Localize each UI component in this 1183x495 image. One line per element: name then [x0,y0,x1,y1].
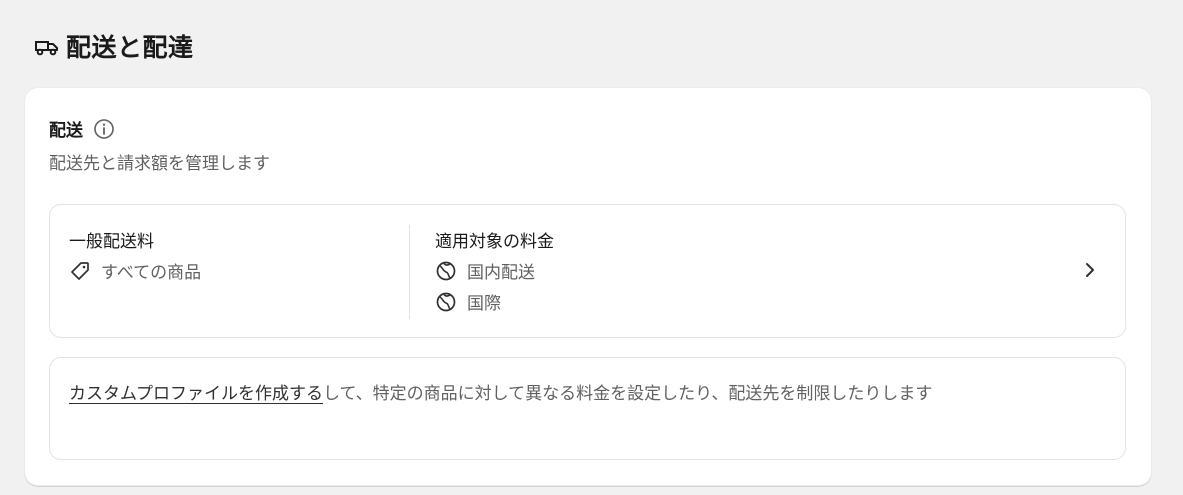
profile-name: 一般配送料 [69,232,154,252]
chevron-right-icon[interactable] [1081,261,1099,279]
zone-row: 国際 [435,289,554,314]
info-icon[interactable] [93,118,115,140]
products-row: すべての商品 [69,258,201,283]
tag-icon [69,260,91,282]
zone-label: 国内配送 [467,263,535,283]
profile-rates-column: 適用対象の料金 国内配送 国際 [435,227,554,314]
section-header: 配送 [49,116,115,141]
shipping-card: 配送 配送先と請求額を管理します 一般配送料 すべての商品 適用対象の料金 国内… [24,87,1152,486]
page-title: 配送と配達 [66,33,194,62]
rates-title: 適用対象の料金 [435,232,554,252]
custom-profile-note: カスタムプロファイルを作成するして、特定の商品に対して異なる料金を設定したり、配… [49,357,1126,460]
zone-row: 国内配送 [435,258,554,283]
globe-icon [435,260,457,282]
truck-icon [32,31,62,61]
section-subtitle: 配送先と請求額を管理します [49,154,270,174]
products-label: すべての商品 [101,263,202,283]
globe-icon [435,291,457,313]
column-divider [409,225,410,319]
note-text: して、特定の商品に対して異なる料金を設定したり、配送先を制限したりします [322,384,933,404]
page-header: 配送と配達 [32,28,194,64]
general-shipping-profile[interactable]: 一般配送料 すべての商品 適用対象の料金 国内配送 国際 [49,204,1126,338]
section-title: 配送 [49,121,83,141]
profile-products-column: 一般配送料 すべての商品 [69,227,201,283]
create-custom-profile-link[interactable]: カスタムプロファイルを作成する [69,384,323,404]
zone-label: 国際 [467,294,501,314]
